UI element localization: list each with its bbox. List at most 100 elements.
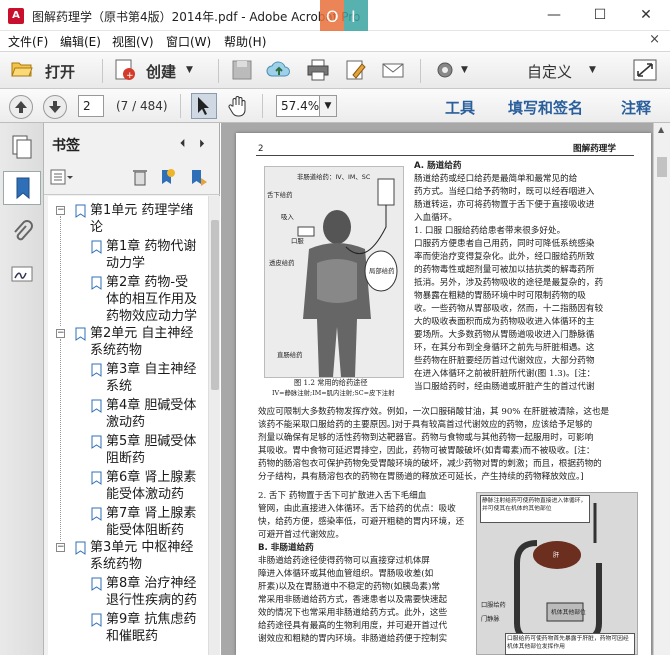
customize-arrow-icon[interactable]: ▼ [589, 65, 596, 75]
customize-dropdown[interactable]: 自定义 [527, 61, 572, 82]
page-thumbnails-icon[interactable] [8, 133, 36, 161]
upload-cloud-icon[interactable] [266, 58, 292, 82]
bookmark-label: 能受体激动药 [106, 487, 185, 502]
page-number-input[interactable]: 2 [78, 95, 104, 117]
collapse-toggle-icon[interactable]: − [56, 329, 65, 338]
bookmark-icon [91, 240, 102, 254]
bookmark-chapter-4[interactable]: 第4章 胆碱受体 激动药 [106, 397, 196, 431]
iv-note-text: 静脉注射给药可使药物直接进入体循环，并可使其在机体的其他部位 [482, 498, 587, 512]
text-line: 肠道给药或经口给药是最简单和最常见的给 [414, 174, 578, 184]
bookmark-icon [91, 276, 102, 290]
open-button[interactable]: 打开 [45, 61, 75, 82]
create-pdf-icon[interactable]: + [112, 58, 138, 82]
text-line: 抵消。另外，涉及药物吸收的途径是最复杂的，药 [414, 278, 604, 288]
close-window-button[interactable]: ✕ [623, 0, 669, 31]
collapse-panel-icon[interactable]: ⏴ [180, 137, 186, 151]
menu-view[interactable]: 视图(V) [112, 33, 154, 50]
figure-subcaption: IV=静脉注射;IM=肌内注射;SC=皮下注射 [272, 389, 395, 397]
create-button[interactable]: 创建 [146, 61, 176, 82]
acrobat-app-icon[interactable]: A [8, 8, 24, 24]
text-line: 率而使治疗变得复杂化。此外，经口服给药所致 [414, 252, 595, 262]
fullscreen-expand-icon[interactable] [632, 58, 658, 82]
open-folder-icon[interactable] [11, 60, 33, 78]
bookmark-chapter-5[interactable]: 第5章 胆碱受体 阻断药 [106, 433, 196, 467]
expand-bookmark-icon[interactable] [189, 168, 209, 186]
bookmark-icon [75, 204, 86, 218]
bookmarks-scrollbar[interactable] [208, 196, 220, 655]
bookmark-unit-1[interactable]: 第1单元 药理学绪论 [90, 202, 193, 236]
figure-routes-of-administration: 非肠道给药：IV、IM、SC 舌下给药 吸入 口服 透皮给药 局部给药 直肠给药 [264, 166, 404, 378]
print-icon[interactable] [305, 58, 331, 82]
oral-note-box: 口服给药可使药物首先暴露于肝脏，药物可因经机体其他部位发挥作用 [505, 633, 635, 655]
text-line: 大的吸收表面积而成为药物吸收进入体循环的主 [414, 317, 595, 327]
fig-label-sublingual: 舌下给药 [267, 191, 293, 199]
document-scrollbar[interactable]: ▲ [653, 123, 670, 655]
collapse-toggle-icon[interactable]: − [56, 206, 65, 215]
collapse-toggle-icon[interactable]: − [56, 543, 65, 552]
bookmarks-scroll-thumb[interactable] [211, 220, 219, 390]
bookmark-chapter-3[interactable]: 第3章 自主神经 系统 [106, 361, 196, 395]
delete-trash-icon[interactable] [132, 168, 148, 186]
fill-sign-panel-button[interactable]: 填写和签名 [508, 97, 583, 118]
tools-panel-button[interactable]: 工具 [445, 97, 475, 118]
new-bookmark-icon[interactable] [158, 168, 176, 186]
gear-icon[interactable] [432, 58, 458, 82]
document-scroll-thumb[interactable] [657, 157, 667, 177]
email-icon[interactable] [380, 58, 406, 82]
bookmark-chapter-2[interactable]: 第2章 药物-受 体的相互作用及 药物效应动力学 [106, 274, 197, 325]
text-line: 当口服给药时，经由肠道或肝脏产生的首过代谢 [414, 382, 595, 392]
text-line: 效的情况下也常采用非肠道给药方式。此外，这些 [258, 608, 448, 618]
save-icon[interactable] [229, 58, 255, 82]
navigation-toolbar: 2 (7 / 484) 57.4% ▼ 工具 填写和签名 注释 [0, 89, 670, 123]
menu-file[interactable]: 文件(F) [8, 33, 48, 50]
create-dropdown-arrow-icon[interactable]: ▼ [186, 65, 193, 75]
bookmark-icon [91, 435, 102, 449]
hand-tool-icon[interactable] [226, 94, 250, 118]
section-a-heading: A. 肠道给药 [414, 161, 462, 171]
previous-page-button[interactable] [9, 95, 33, 119]
zoom-dropdown-icon[interactable]: ▼ [320, 95, 337, 117]
bookmark-chapter-1[interactable]: 第1章 药物代谢 动力学 [106, 238, 196, 272]
menu-window[interactable]: 窗口(W) [166, 33, 211, 50]
menu-edit[interactable]: 编辑(E) [60, 33, 101, 50]
bookmark-chapter-7[interactable]: 第7章 肾上腺素 能受体阻断药 [106, 505, 196, 539]
bookmark-chapter-9[interactable]: 第9章 抗焦虑药 和催眠药 [106, 611, 196, 645]
bookmarks-panel-title: 书签 [52, 138, 80, 154]
bookmark-label: 药物效应动力学 [106, 309, 198, 324]
bookmark-label: 论 [90, 220, 104, 235]
expand-panel-icon[interactable]: ⏵ [199, 137, 205, 151]
zoom-input[interactable]: 57.4% [276, 95, 320, 117]
maximize-button[interactable]: ☐ [577, 0, 623, 31]
select-tool-button[interactable] [191, 93, 217, 119]
attachment-paperclip-icon[interactable] [8, 218, 36, 246]
bookmark-icon [91, 507, 102, 521]
bookmark-chapter-6[interactable]: 第6章 肾上腺素 能受体激动药 [106, 469, 196, 503]
text-line: 谢效应和粗糙的胃内环境。非肠道给药便于控制实 [258, 634, 448, 644]
bookmark-label: 第6章 肾上腺素 [106, 470, 197, 485]
toolbar-separator [218, 59, 219, 83]
minimize-button[interactable]: — [531, 0, 577, 31]
bookmark-label: 系统药物 [90, 343, 143, 358]
settings-dropdown-arrow-icon[interactable]: ▼ [461, 65, 468, 75]
toolbar-separator [420, 59, 421, 83]
bookmark-label: 第1单元 药理学绪 [90, 203, 194, 218]
next-page-button[interactable] [43, 95, 67, 119]
signatures-pen-icon[interactable] [8, 261, 36, 289]
text-line: 物暴露在粗糙的胃肠环境中时可限制药物的吸 [414, 291, 586, 301]
close-document-icon[interactable]: × [649, 32, 660, 47]
bookmark-unit-2[interactable]: 第2单元 自主神经 系统药物 [90, 325, 193, 359]
scroll-up-arrow-icon[interactable]: ▲ [658, 125, 664, 134]
edit-document-icon[interactable] [343, 58, 369, 82]
bookmark-icon [91, 577, 102, 591]
bookmark-chapter-8[interactable]: 第8章 治疗神经 退行性疾病的药 [106, 575, 197, 609]
text-line: 肝素)以及在胃肠道中不稳定的药物(如胰岛素)常 [258, 582, 440, 592]
comment-panel-button[interactable]: 注释 [621, 97, 651, 118]
bookmark-options-icon[interactable] [50, 169, 74, 187]
menu-help[interactable]: 帮助(H) [224, 33, 266, 50]
bookmark-unit-3[interactable]: 第3单元 中枢神经 系统药物 [90, 539, 193, 573]
bookmarks-tab[interactable] [3, 171, 41, 205]
document-viewport[interactable]: 2 图解药理学 非肠道给药：IV、IM、SC 舌下给药 吸入 口服 透皮给药 局… [221, 123, 670, 655]
fig2-label-liver: 肝 [553, 552, 560, 559]
text-line: 其吸收。胃中食物可延迟胃排空，因此，药物可被胃酸破坏(如青霉素)而不被吸收。[注… [258, 446, 595, 456]
bookmarks-tree: − 第1单元 药理学绪论 第1章 药物代谢 动力学 第2章 药物-受 体的相互作用及… [48, 196, 208, 655]
